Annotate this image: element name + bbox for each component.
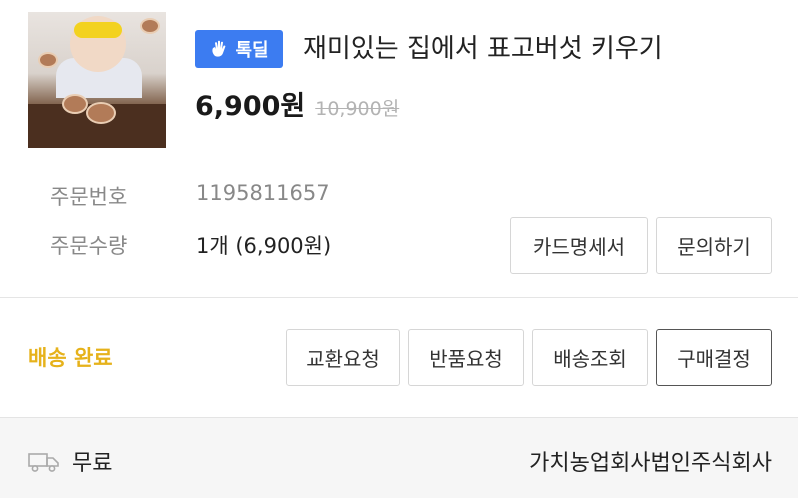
card-receipt-button[interactable]: 카드명세서 (510, 217, 648, 274)
inquiry-button[interactable]: 문의하기 (656, 217, 772, 274)
section-divider (0, 297, 798, 298)
shipping-footer: 무료 가치농업회사법인주식회사 (0, 417, 798, 498)
product-title[interactable]: 재미있는 집에서 표고버섯 키우기 (303, 30, 663, 68)
thumbnail-mushroom (140, 18, 160, 34)
return-request-button[interactable]: 반품요청 (408, 329, 524, 386)
badge-label: 톡딜 (235, 40, 269, 61)
product-thumbnail[interactable] (28, 12, 166, 148)
order-quantity-value: 1개 (6,900원) (196, 234, 332, 258)
thumbnail-glasses (74, 22, 122, 38)
track-delivery-button[interactable]: 배송조회 (532, 329, 648, 386)
seller-name[interactable]: 가치농업회사법인주식회사 (529, 445, 772, 477)
shipping-fee: 무료 (72, 451, 113, 476)
exchange-request-button[interactable]: 교환요청 (286, 329, 400, 386)
order-quantity-label: 주문수량 (50, 234, 128, 258)
order-number-value: 1195811657 (196, 181, 330, 205)
waving-hand-icon (212, 40, 226, 57)
truck-icon (28, 453, 59, 472)
purchase-confirm-button[interactable]: 구매결정 (656, 329, 772, 386)
delivery-status: 배송 완료 (28, 346, 113, 370)
price-row: 6,900원 10,900원 (195, 84, 399, 124)
thumbnail-mushroom (38, 52, 58, 68)
original-price: 10,900원 (315, 98, 400, 120)
talk-deal-badge: 톡딜 (195, 30, 283, 68)
sale-price: 6,900원 (195, 91, 306, 122)
order-number-label: 주문번호 (50, 185, 128, 209)
thumbnail-mushroom (86, 102, 116, 124)
thumbnail-mushroom (62, 94, 88, 114)
